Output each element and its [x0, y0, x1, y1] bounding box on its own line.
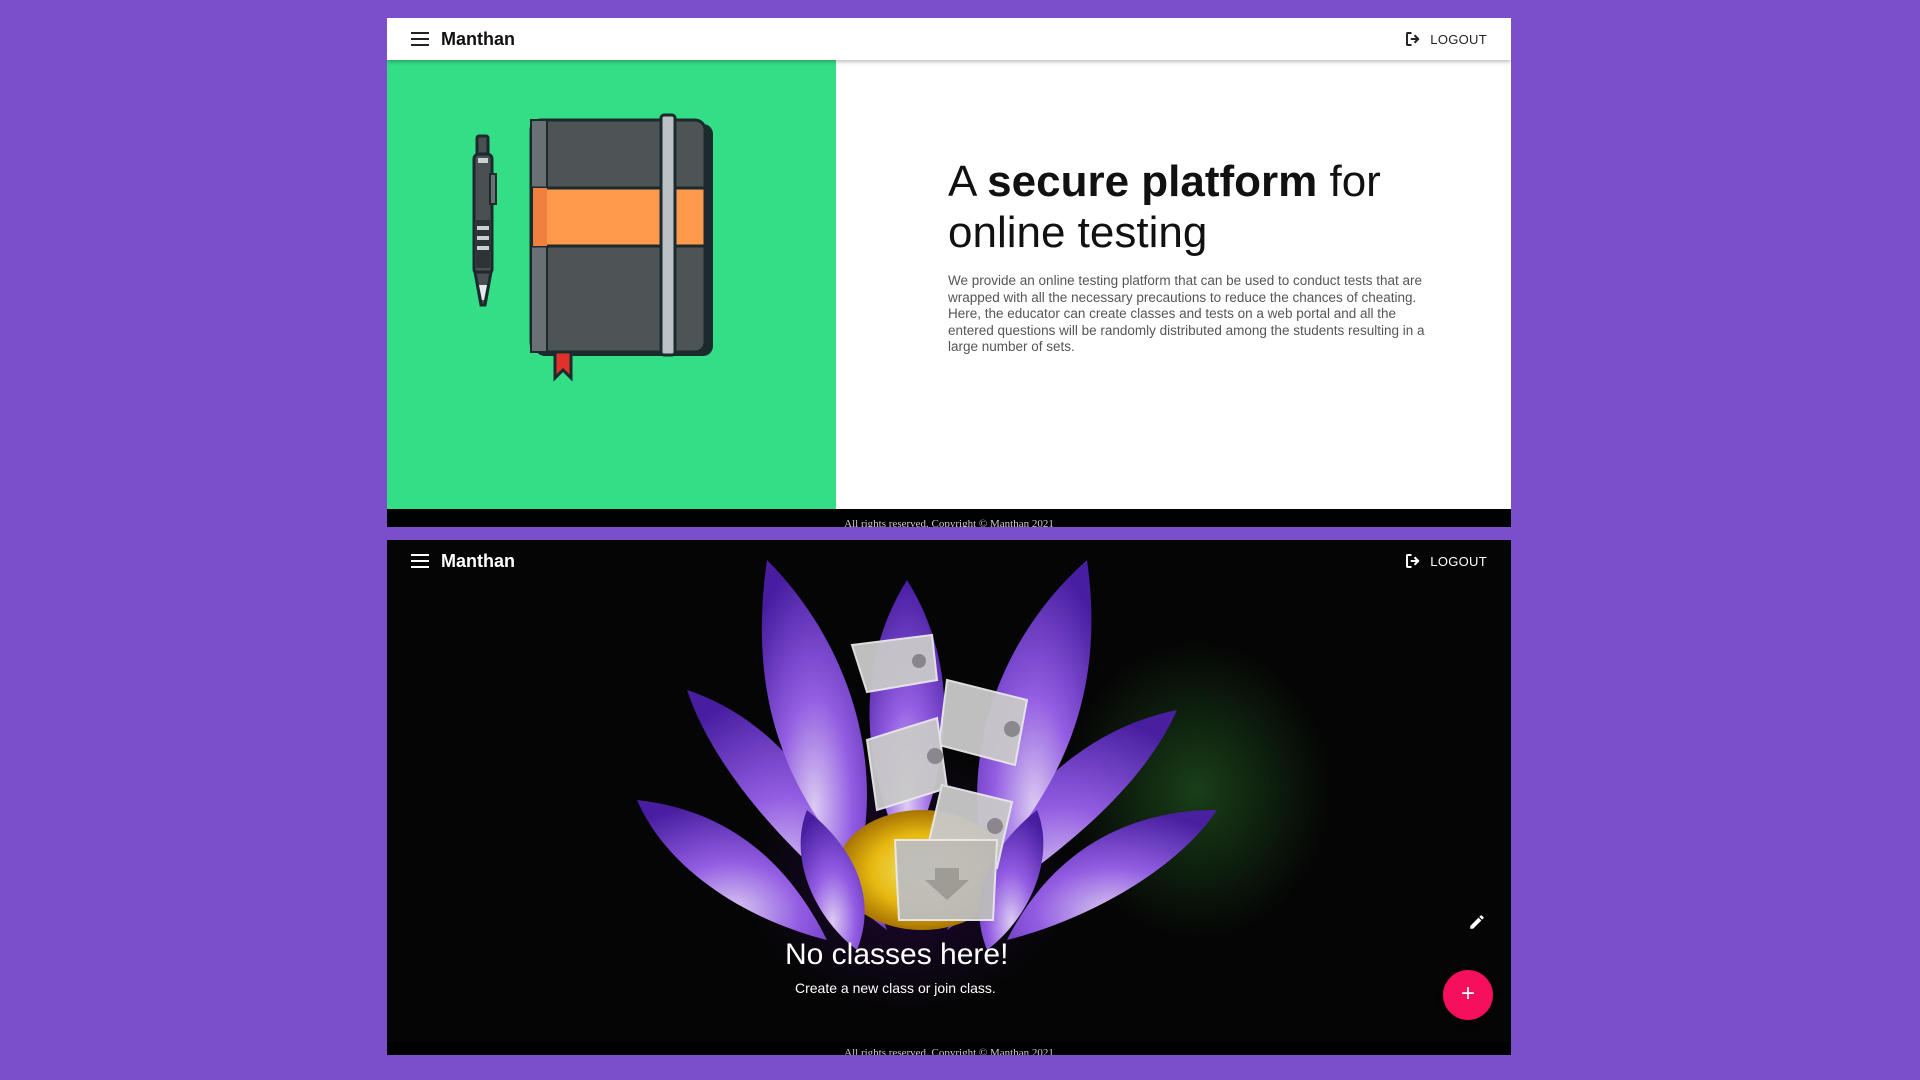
hero-illustration-area: [387, 60, 836, 509]
headline-bold: secure platform: [987, 157, 1318, 206]
logout-icon: [1406, 554, 1420, 568]
pen-icon: [472, 134, 497, 307]
logout-label: LOGOUT: [1430, 553, 1487, 569]
logout-button[interactable]: LOGOUT: [1404, 30, 1487, 48]
app-bar: Manthan LOGOUT: [387, 540, 1511, 582]
app-title: Manthan: [441, 550, 515, 571]
logout-icon: [1406, 32, 1420, 46]
edit-button[interactable]: [1468, 913, 1486, 931]
pencil-icon: [1470, 915, 1484, 929]
footer-copyright: All rights reserved. Copyright © Manthan…: [387, 1042, 1511, 1055]
menu-icon[interactable]: [411, 554, 429, 568]
add-class-button[interactable]: +: [1443, 970, 1493, 1020]
empty-state-subtitle: Create a new class or join class.: [795, 980, 996, 996]
hero-headline: A secure platform for online testing: [948, 156, 1468, 258]
notebook-icon: [529, 113, 713, 382]
notebook-pen-illustration: [472, 113, 713, 382]
lotus-flower-image: [637, 560, 1217, 950]
classes-panel: Manthan LOGOUT No classes here! Create a…: [387, 540, 1511, 1055]
menu-icon[interactable]: [411, 32, 429, 46]
footer-copyright: All rights reserved. Copyright © Manthan…: [387, 509, 1511, 527]
empty-state-title: No classes here!: [785, 938, 1009, 971]
logout-label: LOGOUT: [1430, 31, 1487, 47]
logout-button[interactable]: LOGOUT: [1404, 552, 1487, 570]
app-title: Manthan: [441, 28, 515, 49]
background-photo: [387, 540, 1511, 1055]
app-bar: Manthan LOGOUT: [387, 18, 1511, 60]
headline-prefix: A: [948, 157, 988, 206]
hero-description: We provide an online testing platform th…: [948, 273, 1425, 354]
landing-panel: Manthan LOGOUT A secure platform for onl…: [387, 18, 1511, 527]
